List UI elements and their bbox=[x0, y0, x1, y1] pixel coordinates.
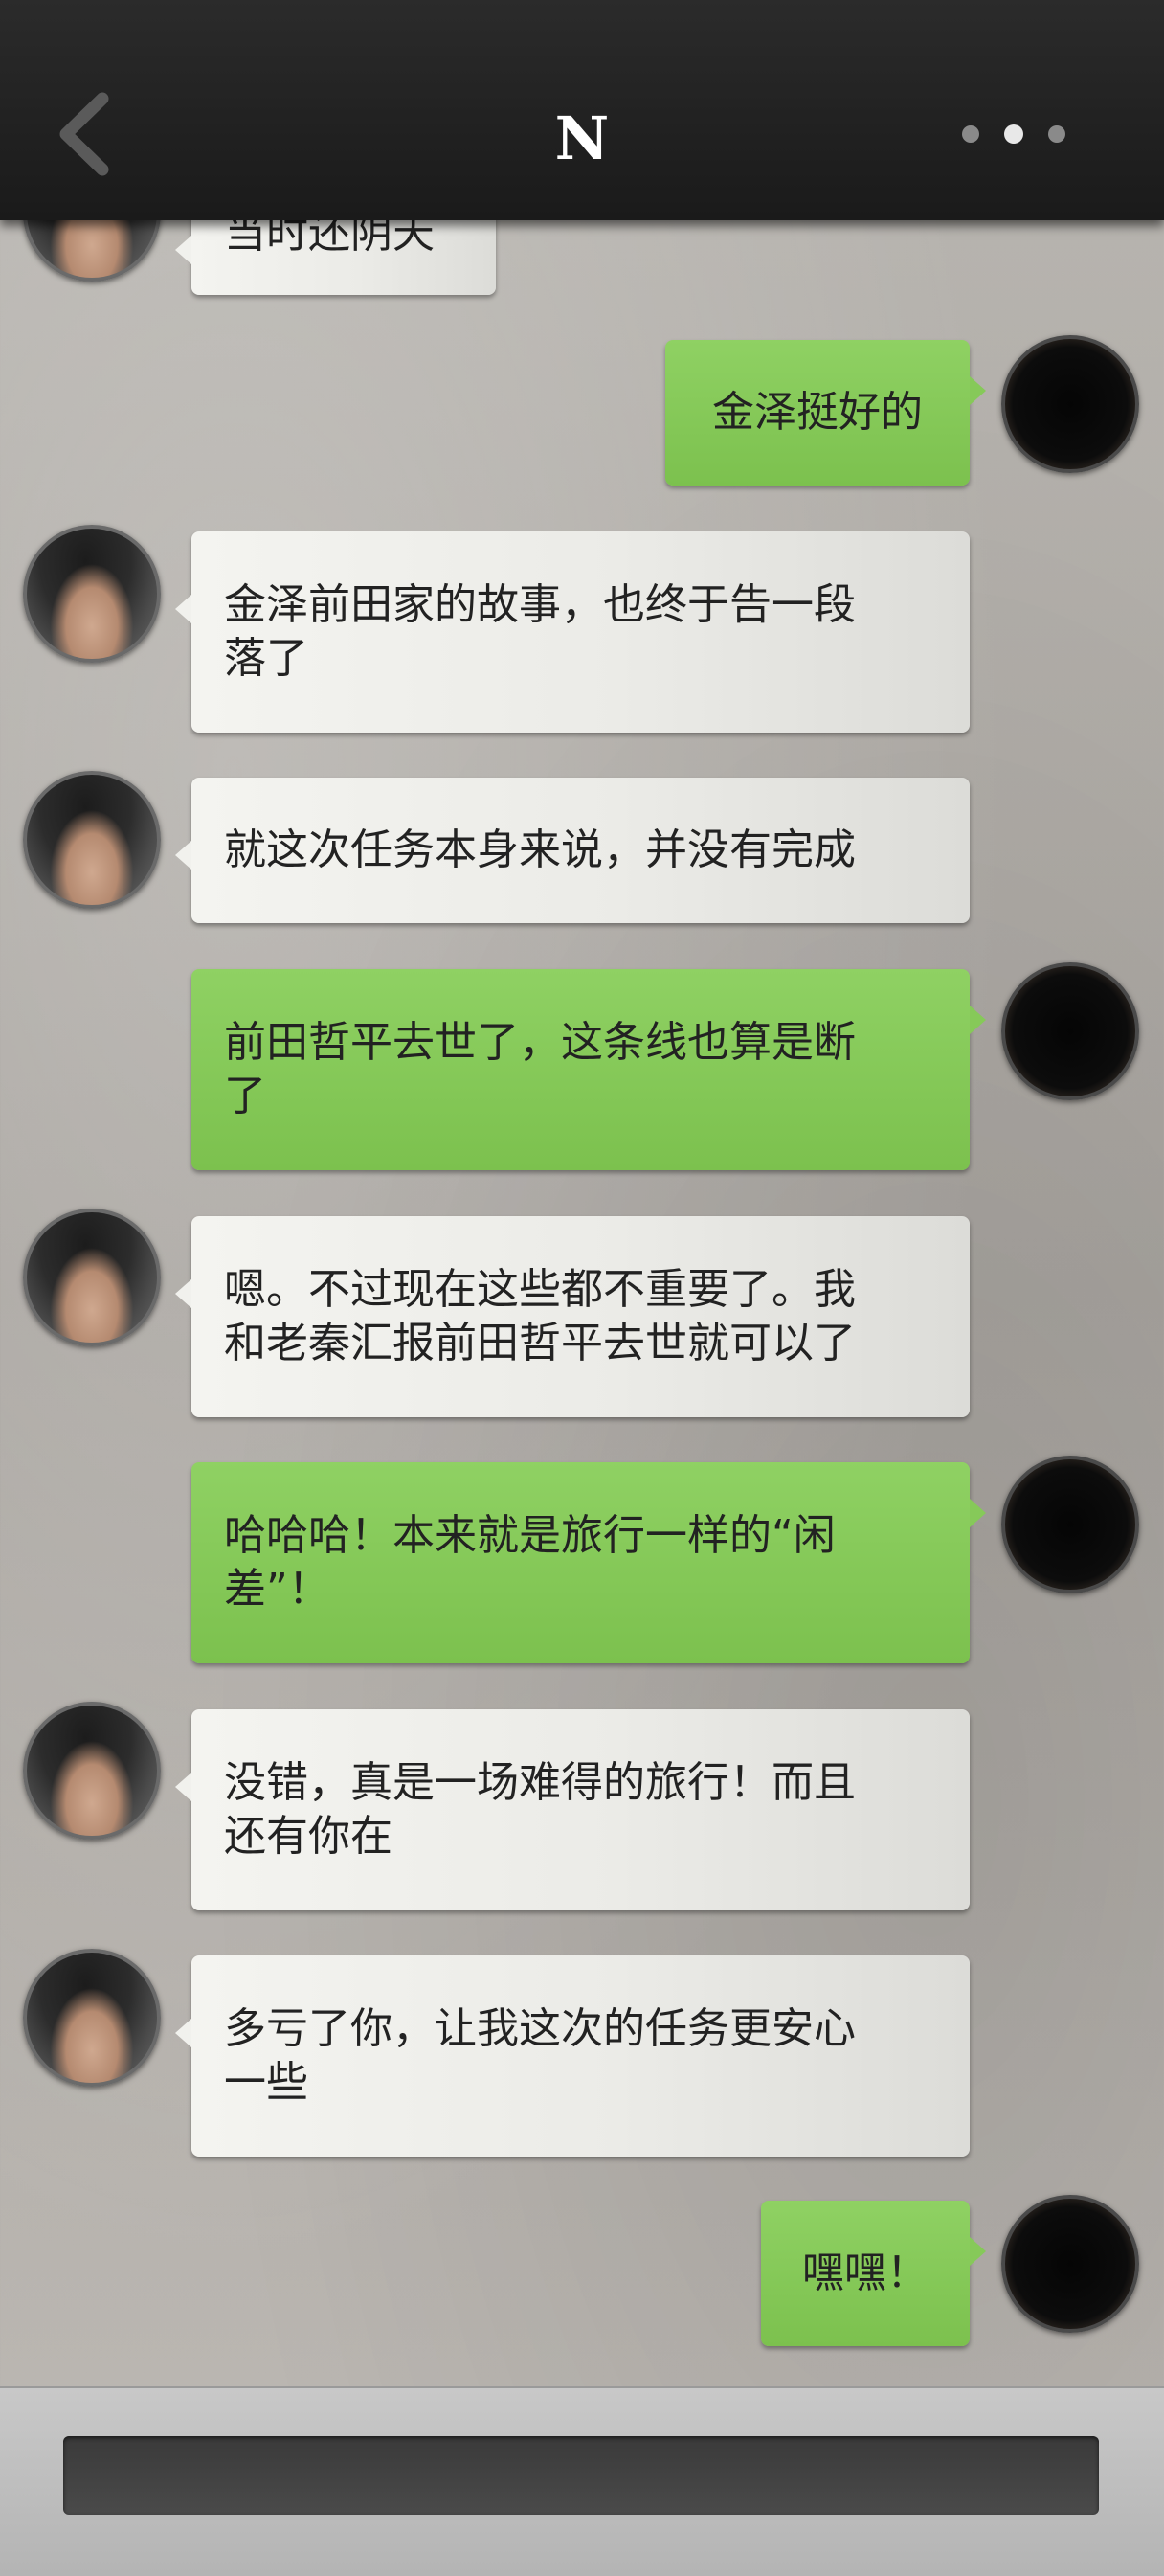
message-bubble-incoming: 金泽前田家的故事，也终于告一段 落了 bbox=[175, 531, 970, 733]
message-text-line: 落了 bbox=[224, 634, 308, 683]
user-avatar[interactable] bbox=[1001, 962, 1139, 1100]
contact-avatar[interactable] bbox=[23, 1209, 161, 1346]
message-text-line: 没错，真是一场难得的旅行！而且 bbox=[224, 1758, 856, 1807]
contact-avatar[interactable] bbox=[23, 771, 161, 909]
user-avatar[interactable] bbox=[1001, 1456, 1139, 1593]
message-bubble-outgoing: 嘿嘿！ bbox=[761, 2201, 986, 2346]
message-input[interactable] bbox=[63, 2436, 1099, 2515]
message-text-line: 一些 bbox=[224, 2058, 308, 2107]
message-text: 就这次任务本身来说，并没有完成 bbox=[224, 825, 856, 874]
more-options-button[interactable] bbox=[952, 115, 1077, 153]
message-text-line: 差”！ bbox=[224, 1565, 330, 1614]
message-text-line: 多亏了你，让我这次的任务更安心 bbox=[224, 2004, 856, 2053]
user-avatar[interactable] bbox=[1001, 2195, 1139, 2333]
message-bubble-outgoing: 哈哈哈！本来就是旅行一样的“闲 差”！ bbox=[191, 1462, 986, 1663]
user-avatar[interactable] bbox=[1001, 335, 1139, 473]
message-bubble-incoming: 嗯。不过现在这些都不重要了。我 和老秦汇报前田哲平去世就可以了 bbox=[175, 1216, 970, 1417]
message-bubble-outgoing: 前田哲平去世了，这条线也算是断 了 bbox=[191, 969, 986, 1170]
message-text: 嘿嘿！ bbox=[802, 2248, 929, 2297]
message-bubble-incoming: 没错，真是一场难得的旅行！而且 还有你在 bbox=[175, 1709, 970, 1910]
message-text-line: 嗯。不过现在这些都不重要了。我 bbox=[224, 1265, 856, 1314]
message-text-line: 和老秦汇报前田哲平去世就可以了 bbox=[224, 1319, 856, 1367]
chat-header: N bbox=[0, 0, 1164, 220]
bottom-bar bbox=[0, 2386, 1164, 2576]
message-text-line: 还有你在 bbox=[224, 1812, 392, 1861]
message-text-line: 前田哲平去世了，这条线也算是断 bbox=[224, 1018, 856, 1067]
contact-avatar[interactable] bbox=[23, 1702, 161, 1840]
message-text-line: 哈哈哈！本来就是旅行一样的“闲 bbox=[224, 1511, 836, 1560]
message-text-line: 金泽前田家的故事，也终于告一段 bbox=[224, 580, 856, 629]
contact-avatar[interactable] bbox=[23, 525, 161, 663]
contact-avatar[interactable] bbox=[23, 1949, 161, 2087]
message-bubble-outgoing: 金泽挺好的 bbox=[665, 340, 986, 486]
message-bubble-incoming: 就这次任务本身来说，并没有完成 bbox=[175, 778, 970, 923]
message-text: 金泽挺好的 bbox=[712, 388, 923, 437]
message-text-line: 了 bbox=[224, 1072, 266, 1120]
message-bubble-incoming: 多亏了你，让我这次的任务更安心 一些 bbox=[175, 1955, 970, 2157]
